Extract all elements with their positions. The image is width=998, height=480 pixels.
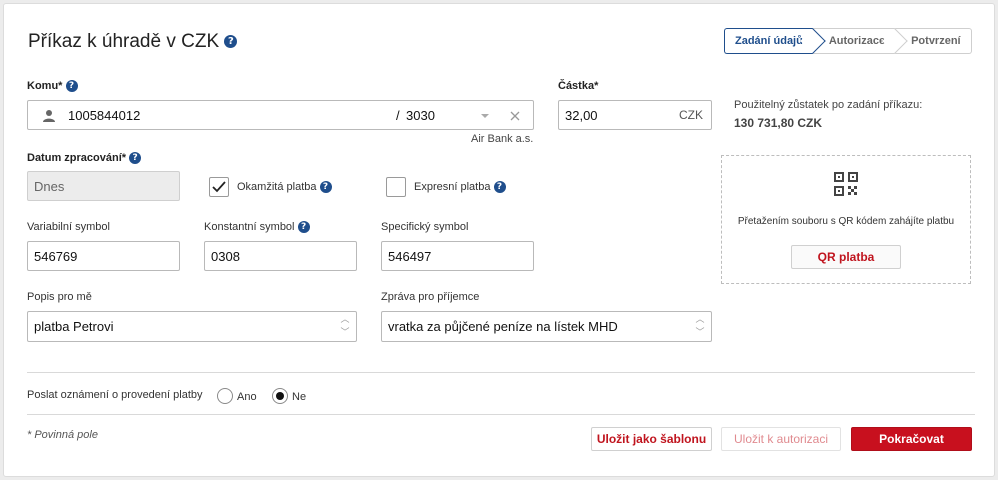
save-as-template-button[interactable]: Uložit jako šablonu xyxy=(591,427,712,451)
notification-no-label: Ne xyxy=(292,391,307,403)
person-icon xyxy=(43,110,55,122)
required-fields-note: * Povinná pole xyxy=(27,429,98,441)
constant-symbol-value: 0308 xyxy=(211,248,240,264)
payment-order-panel: Příkaz k úhradě v CZK ? Zadání údajů Aut… xyxy=(3,3,995,477)
page-title: Příkaz k úhradě v CZK ? xyxy=(28,31,238,53)
step-label: Autorizace xyxy=(828,35,886,47)
step-label: Potvrzení xyxy=(911,35,961,47)
step-data-entry: Zadání údajů xyxy=(724,28,826,54)
constant-symbol-field[interactable]: 0308 xyxy=(204,241,357,271)
instant-payment-label: Okamžitá platba ? xyxy=(237,181,332,194)
my-description-field[interactable]: platba Petrovi ︿ ﹀ xyxy=(27,311,357,342)
my-description-value: platba Petrovi xyxy=(34,319,114,334)
express-payment-label-text: Expresní platba xyxy=(414,181,491,193)
page-title-text: Příkaz k úhradě v CZK xyxy=(28,31,220,52)
processing-date-label: Datum zpracování* ? xyxy=(27,152,142,165)
help-icon[interactable]: ? xyxy=(493,181,506,194)
processing-date-field: Dnes xyxy=(27,171,180,201)
constant-symbol-label-text: Konstantní symbol xyxy=(204,221,295,233)
notification-no-radio[interactable] xyxy=(272,388,288,404)
notification-yes-radio[interactable] xyxy=(217,388,233,404)
divider xyxy=(27,414,975,415)
help-icon[interactable]: ? xyxy=(224,35,238,49)
resize-arrows-icon[interactable]: ︿ ﹀ xyxy=(338,314,352,340)
help-icon[interactable]: ? xyxy=(129,152,142,165)
qr-code-icon xyxy=(834,172,858,196)
amount-label: Částka* xyxy=(558,80,599,92)
help-icon[interactable]: ? xyxy=(65,80,78,93)
amount-currency: CZK xyxy=(679,108,703,122)
qr-hint: Přetažením souboru s QR kódem zahájíte p… xyxy=(737,216,955,227)
express-payment-label: Expresní platba ? xyxy=(414,181,506,194)
variable-symbol-value: 546769 xyxy=(34,248,78,264)
account-separator: / xyxy=(396,107,400,123)
recipient-message-value: vratka za půjčené peníze na lístek MHD xyxy=(388,319,618,334)
variable-symbol-field[interactable]: 546769 xyxy=(27,241,180,271)
continue-button[interactable]: Pokračovat xyxy=(851,427,972,451)
divider xyxy=(27,372,975,373)
recipient-account-field[interactable]: 1005844012 / 3030 xyxy=(27,100,534,130)
processing-date-value: Dnes xyxy=(34,178,65,194)
specific-symbol-value: 546497 xyxy=(388,248,432,264)
my-description-label: Popis pro mě xyxy=(27,291,92,303)
caret-down-icon[interactable] xyxy=(480,113,490,119)
checkmark-icon xyxy=(212,181,226,193)
processing-date-label-text: Datum zpracování* xyxy=(27,152,127,164)
recipient-label: Komu* ? xyxy=(27,80,78,93)
qr-payment-button[interactable]: QR platba xyxy=(791,245,901,269)
account-number-value: 1005844012 xyxy=(68,107,141,123)
clear-icon[interactable] xyxy=(510,111,520,121)
progress-steps: Zadání údajů Autorizace Potvrzení xyxy=(724,28,972,54)
recipient-message-field[interactable]: vratka za půjčené peníze na lístek MHD ︿… xyxy=(381,311,712,342)
instant-payment-label-text: Okamžitá platba xyxy=(237,181,317,193)
variable-symbol-label: Variabilní symbol xyxy=(27,221,110,233)
bank-name: Air Bank a.s. xyxy=(471,133,534,145)
save-for-authorization-button[interactable]: Uložit k autorizaci xyxy=(721,427,841,451)
recipient-label-text: Komu* xyxy=(27,80,63,92)
instant-payment-checkbox[interactable] xyxy=(209,177,229,197)
notification-label: Poslat oznámení o provedení platby xyxy=(27,389,203,401)
step-label: Zadání údajů xyxy=(735,35,803,47)
resize-arrows-icon[interactable]: ︿ ﹀ xyxy=(693,314,707,340)
recipient-message-label: Zpráva pro příjemce xyxy=(381,291,480,303)
specific-symbol-label: Specifický symbol xyxy=(381,221,469,233)
qr-drop-zone[interactable]: Přetažením souboru s QR kódem zahájíte p… xyxy=(721,155,971,284)
notification-yes-label: Ano xyxy=(237,391,257,403)
amount-field[interactable]: 32,00 CZK xyxy=(558,100,712,130)
balance-value: 130 731,80 CZK xyxy=(734,116,823,130)
balance-label: Použitelný zůstatek po zadání příkazu: xyxy=(734,99,923,111)
help-icon[interactable]: ? xyxy=(297,221,310,234)
specific-symbol-field[interactable]: 546497 xyxy=(381,241,534,271)
express-payment-checkbox[interactable] xyxy=(386,177,406,197)
constant-symbol-label: Konstantní symbol ? xyxy=(204,221,310,234)
help-icon[interactable]: ? xyxy=(319,181,332,194)
amount-value: 32,00 xyxy=(565,107,598,123)
bank-code-value: 3030 xyxy=(406,107,435,123)
